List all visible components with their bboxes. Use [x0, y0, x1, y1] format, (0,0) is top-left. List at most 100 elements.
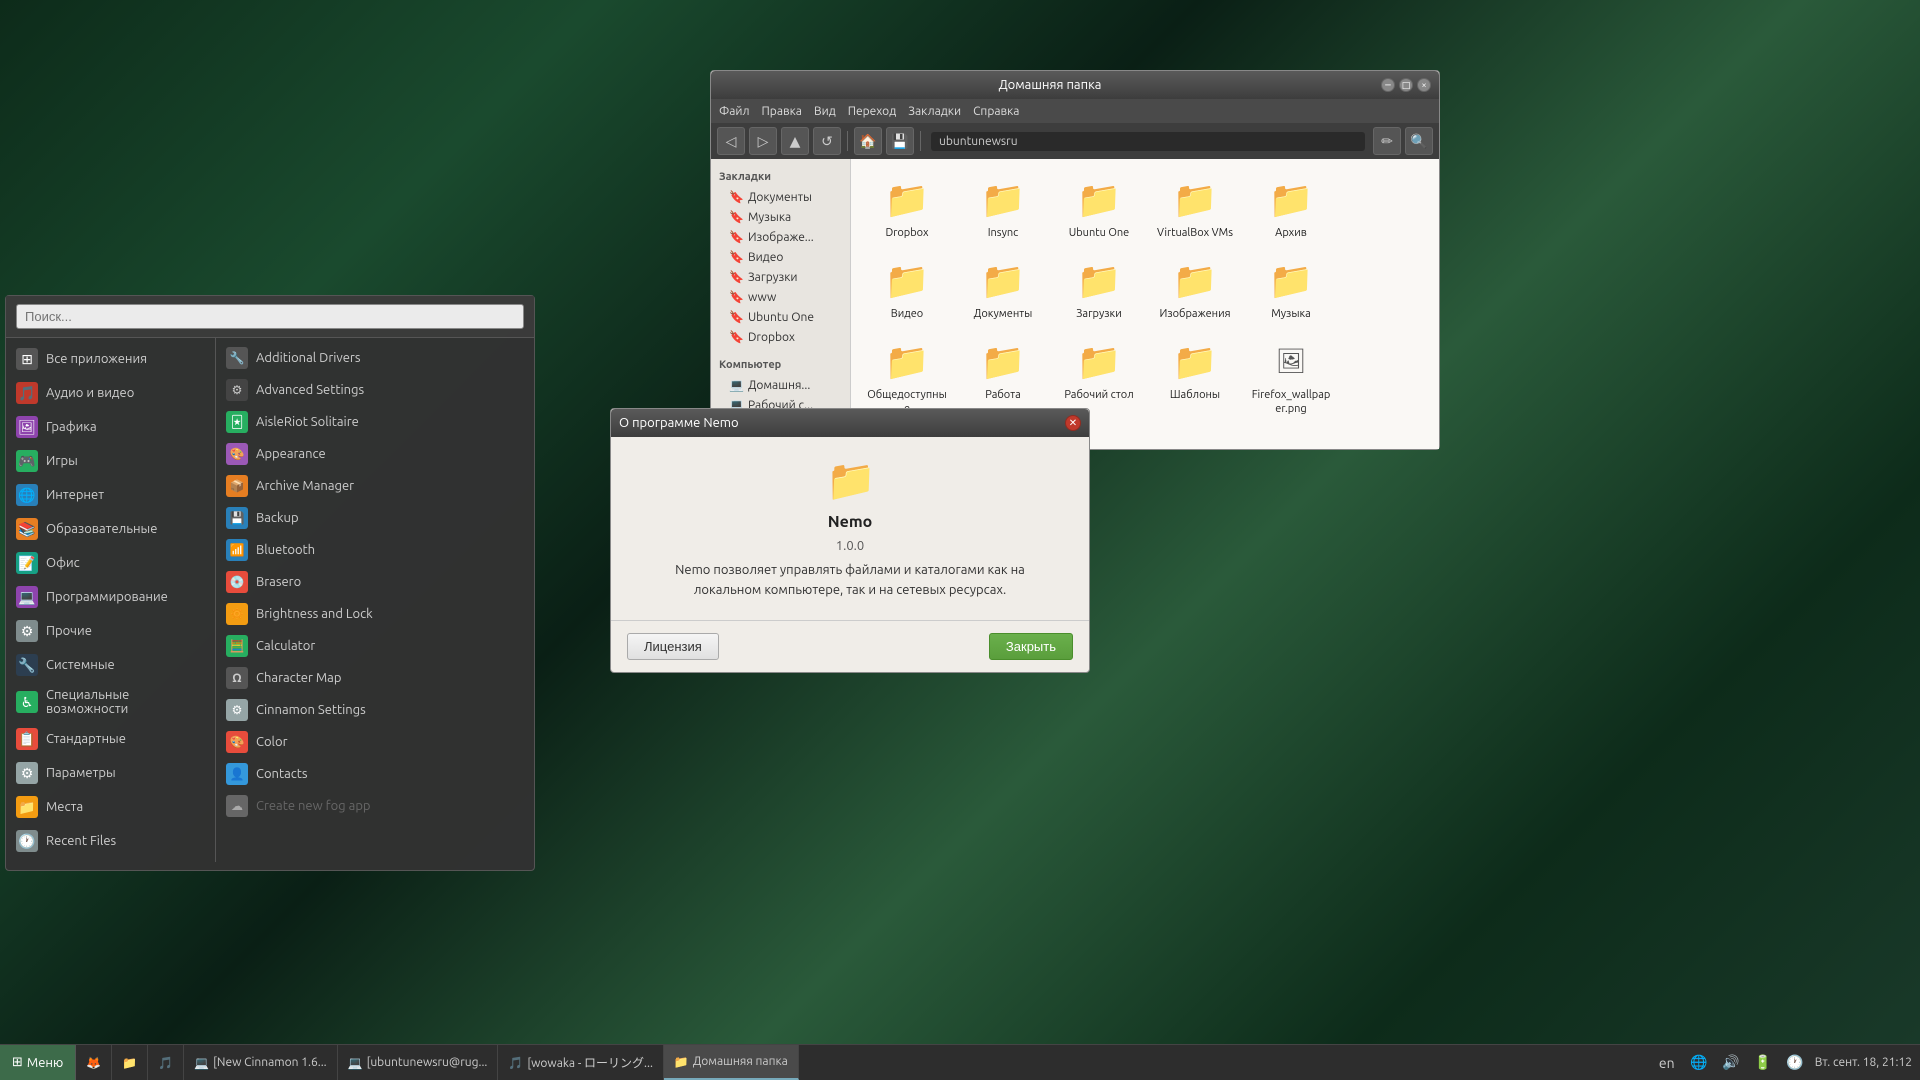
menu-cat-games[interactable]: 🎮 Игры [6, 444, 215, 478]
app-bluetooth[interactable]: 📶 Bluetooth [216, 534, 534, 566]
backup-icon: 💾 [226, 507, 248, 529]
home-button[interactable]: 🏠 [854, 127, 882, 155]
app-calculator[interactable]: 🧮 Calculator [216, 630, 534, 662]
file-work[interactable]: 📁 Работа [959, 333, 1047, 419]
close-button[interactable]: × [1417, 78, 1431, 92]
file-music[interactable]: 📁 Музыка [1247, 252, 1335, 325]
menu-cat-all[interactable]: ⊞ Все приложения [6, 342, 215, 376]
sidebar-www[interactable]: 🔖www [711, 287, 850, 307]
app-create-fog[interactable]: ☁ Create new fog app [216, 790, 534, 822]
app-advanced-settings[interactable]: ⚙ Advanced Settings [216, 374, 534, 406]
sidebar-ubuntu-one[interactable]: 🔖Ubuntu One [711, 307, 850, 327]
menu-cat-programming[interactable]: 💻 Программирование [6, 580, 215, 614]
app-color[interactable]: 🎨 Color [216, 726, 534, 758]
color-icon: 🎨 [226, 731, 248, 753]
menu-cat-graphics[interactable]: 🖼 Графика [6, 410, 215, 444]
close-dialog-button[interactable]: Закрыть [989, 633, 1073, 660]
file-images[interactable]: 📁 Изображения [1151, 252, 1239, 325]
file-public[interactable]: 📁 Общедоступные [863, 333, 951, 419]
app-contacts[interactable]: 👤 Contacts [216, 758, 534, 790]
file-vbox[interactable]: 📁 VirtualBox VMs [1151, 171, 1239, 244]
taskbar-menu-button[interactable]: ⊞ Меню [0, 1045, 76, 1080]
sidebar-music[interactable]: 🔖Музыка [711, 207, 850, 227]
file-templates[interactable]: 📁 Шаблоны [1151, 333, 1239, 419]
app-menu: ⊞ Все приложения 🎵 Аудио и видео 🖼 Графи… [5, 295, 535, 871]
menu-cat-recent[interactable]: 🕐 Recent Files [6, 824, 215, 858]
app-backup[interactable]: 💾 Backup [216, 502, 534, 534]
menu-cat-settings[interactable]: ⚙ Параметры [6, 756, 215, 790]
menu-cat-education[interactable]: 📚 Образовательные [6, 512, 215, 546]
file-ubuntu-one[interactable]: 📁 Ubuntu One [1055, 171, 1143, 244]
up-button[interactable]: ▲ [781, 127, 809, 155]
taskbar-app-home-folder[interactable]: 📁 Домашняя папка [664, 1045, 799, 1080]
menu-search-input[interactable] [16, 304, 524, 329]
graphics-icon: 🖼 [16, 416, 38, 438]
file-images-label: Изображения [1160, 308, 1231, 321]
battery-icon[interactable]: 🔋 [1751, 1051, 1775, 1075]
app-aisleriot[interactable]: 🃏 AisleRiot Solitaire [216, 406, 534, 438]
file-archive[interactable]: 📁 Архив [1247, 171, 1335, 244]
file-documents[interactable]: 📁 Документы [959, 252, 1047, 325]
taskbar-app-media-player[interactable]: 🎵 [wowaka - ローリング... [498, 1045, 664, 1080]
search-button[interactable]: 🔍 [1405, 127, 1433, 155]
menu-view[interactable]: Вид [814, 105, 836, 118]
menu-cat-places[interactable]: 📁 Места [6, 790, 215, 824]
app-brasero[interactable]: 💿 Brasero [216, 566, 534, 598]
aisleriot-icon: 🃏 [226, 411, 248, 433]
menu-cat-office[interactable]: 📝 Офис [6, 546, 215, 580]
menu-go[interactable]: Переход [848, 105, 897, 118]
sidebar-documents[interactable]: 🔖Документы [711, 187, 850, 207]
file-archive-label: Архив [1275, 227, 1307, 240]
volume-icon[interactable]: 🔊 [1719, 1051, 1743, 1075]
about-close-button[interactable]: ✕ [1065, 415, 1081, 431]
app-archive-manager[interactable]: 📦 Archive Manager [216, 470, 534, 502]
taskbar-app-firefox[interactable]: 🦊 [76, 1045, 112, 1080]
maximize-button[interactable]: □ [1399, 78, 1413, 92]
back-button[interactable]: ◁ [717, 127, 745, 155]
app-additional-drivers[interactable]: 🔧 Additional Drivers [216, 342, 534, 374]
taskbar-app-terminal[interactable]: 💻 [ubuntunewsru@rug... [338, 1045, 499, 1080]
taskbar: ⊞ Меню 🦊 📁 🎵 💻 [New Cinnamon 1.6... 💻 [u… [0, 1044, 1920, 1080]
sidebar-downloads[interactable]: 🔖Загрузки [711, 267, 850, 287]
file-desktop[interactable]: 📁 Рабочий стол [1055, 333, 1143, 419]
menu-cat-accessibility[interactable]: ♿ Специальные возможности [6, 682, 215, 722]
menu-file[interactable]: Файл [719, 105, 750, 118]
menu-cat-standard[interactable]: 📋 Стандартные [6, 722, 215, 756]
taskbar-app-music[interactable]: 🎵 [148, 1045, 184, 1080]
file-firefox-wallpaper[interactable]: 🖼 Firefox_wallpaper.png [1247, 333, 1335, 419]
menu-cat-system[interactable]: 🔧 Системные [6, 648, 215, 682]
media-button[interactable]: 💾 [886, 127, 914, 155]
taskbar-app-cinnamon[interactable]: 💻 [New Cinnamon 1.6... [184, 1045, 337, 1080]
menu-cat-internet[interactable]: 🌐 Интернет [6, 478, 215, 512]
app-brightness-lock[interactable]: 🔅 Brightness and Lock [216, 598, 534, 630]
menu-bookmarks[interactable]: Закладки [908, 105, 961, 118]
menu-help[interactable]: Справка [973, 105, 1019, 118]
keyboard-layout-button[interactable]: en [1655, 1051, 1679, 1075]
file-dropbox[interactable]: 📁 Dropbox [863, 171, 951, 244]
app-appearance[interactable]: 🎨 Appearance [216, 438, 534, 470]
app-character-map[interactable]: Ω Character Map [216, 662, 534, 694]
minimize-button[interactable]: ─ [1381, 78, 1395, 92]
license-button[interactable]: Лицензия [627, 633, 719, 660]
menu-edit[interactable]: Правка [762, 105, 802, 118]
menu-cat-audio-video[interactable]: 🎵 Аудио и видео [6, 376, 215, 410]
reload-button[interactable]: ↺ [813, 127, 841, 155]
file-insync[interactable]: 📁 Insync [959, 171, 1047, 244]
file-video[interactable]: 📁 Видео [863, 252, 951, 325]
folder-desktop-icon: 📁 [1075, 337, 1123, 385]
taskbar-app-files[interactable]: 📁 [112, 1045, 148, 1080]
app-cinnamon-settings[interactable]: ⚙ Cinnamon Settings [216, 694, 534, 726]
about-description: Nemo позволяет управлять файлами и катал… [631, 561, 1069, 600]
sidebar-dropbox[interactable]: 🔖Dropbox [711, 327, 850, 347]
forward-button[interactable]: ▷ [749, 127, 777, 155]
sidebar-images[interactable]: 🔖Изображе... [711, 227, 850, 247]
sidebar-video[interactable]: 🔖Видео [711, 247, 850, 267]
window-controls: ─ □ × [1381, 78, 1431, 92]
edit-button[interactable]: ✏ [1373, 127, 1401, 155]
advanced-settings-icon: ⚙ [226, 379, 248, 401]
network-icon[interactable]: 🌐 [1687, 1051, 1711, 1075]
file-downloads[interactable]: 📁 Загрузки [1055, 252, 1143, 325]
sidebar-home[interactable]: 💻Домашня... [711, 375, 850, 395]
menu-cat-other[interactable]: ⚙ Прочие [6, 614, 215, 648]
location-bar[interactable]: ubuntunewsru [931, 132, 1365, 151]
